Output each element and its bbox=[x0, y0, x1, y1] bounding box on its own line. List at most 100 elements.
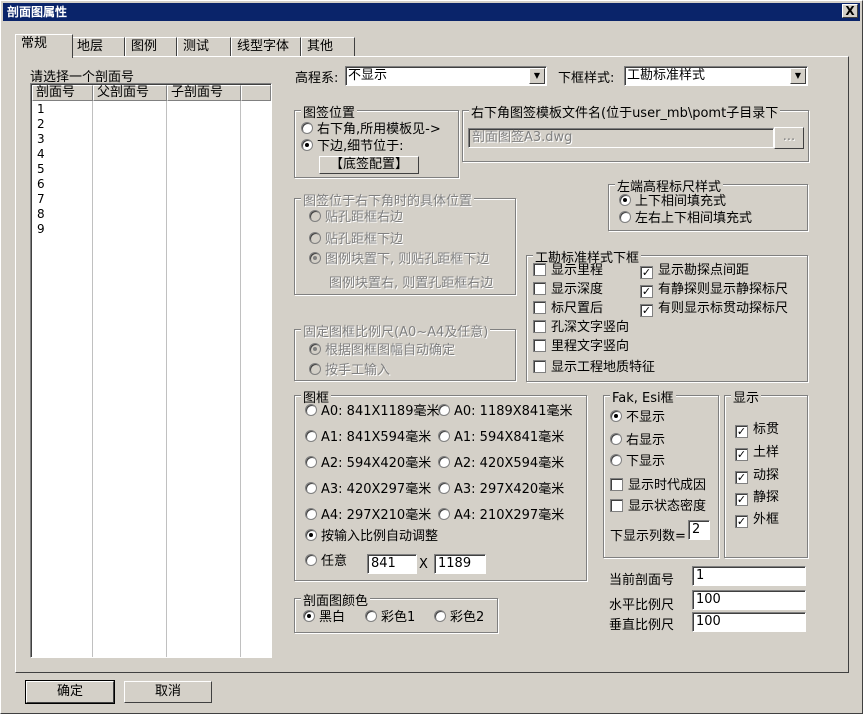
vertical-scale-input[interactable]: 100 bbox=[692, 612, 806, 632]
checkbox-show-mileage[interactable]: 显示里程 bbox=[533, 263, 603, 279]
list-item[interactable]: 9 bbox=[33, 222, 269, 237]
radio-right-edge[interactable]: 贴孔距框右边 bbox=[309, 210, 403, 226]
list-item[interactable]: 5 bbox=[33, 162, 269, 177]
checkbox-label: 显示勘探点间距 bbox=[658, 263, 750, 278]
template-file-input[interactable]: 剖面图签A3.dwg bbox=[468, 128, 774, 148]
list-item[interactable]: 1 bbox=[33, 102, 269, 117]
checkbox-cpt-ruler[interactable]: ✓ 有静探则显示静探标尺 bbox=[640, 282, 788, 298]
tab-other[interactable]: 其他 bbox=[301, 37, 355, 57]
radio-icon bbox=[619, 211, 631, 223]
tab-legend[interactable]: 图例 bbox=[125, 37, 177, 57]
current-section-label: 当前剖面号 bbox=[609, 573, 675, 588]
checkbox-depth-vertical[interactable]: 孔深文字竖向 bbox=[533, 320, 629, 336]
list-item[interactable]: 7 bbox=[33, 192, 269, 207]
radio-a2-landscape[interactable]: A2: 420X594毫米 bbox=[438, 456, 564, 472]
checkbox-label: 标尺置后 bbox=[551, 301, 604, 316]
frame-style-select[interactable]: 工勘标准样式 ▼ bbox=[624, 66, 808, 86]
list-item[interactable]: 3 bbox=[33, 132, 269, 147]
ruler-style-group: 左端高程标尺样式 上下相间填充式 左右上下相间填充式 bbox=[608, 176, 808, 231]
radio-label: 黑白 bbox=[319, 610, 346, 625]
radio-fak-hide[interactable]: 不显示 bbox=[610, 410, 665, 426]
custom-width-input[interactable]: 841 bbox=[367, 554, 417, 574]
radio-black-white[interactable]: 黑白 bbox=[303, 610, 345, 626]
column-header-parent[interactable]: 父剖面号 bbox=[93, 85, 167, 101]
custom-height-input[interactable]: 1189 bbox=[434, 554, 486, 574]
checkbox-label: 有则显示标贯动探标尺 bbox=[658, 301, 789, 316]
radio-bottom-edge[interactable]: 贴孔距框下边 bbox=[309, 232, 403, 248]
checkbox-icon: ✓ bbox=[735, 448, 748, 461]
times-label: X bbox=[419, 557, 428, 572]
radio-a3-landscape[interactable]: A3: 297X420毫米 bbox=[438, 482, 564, 498]
checkbox-mileage-vertical[interactable]: 里程文字竖向 bbox=[533, 339, 629, 355]
radio-custom-size[interactable]: 任意 bbox=[305, 554, 347, 570]
checkbox-cpt[interactable]: ✓ 静探 bbox=[735, 490, 779, 506]
browse-button[interactable]: ... bbox=[774, 127, 804, 149]
checkbox-show-era[interactable]: 显示时代成因 bbox=[610, 478, 706, 494]
radio-icon bbox=[301, 122, 313, 134]
checkbox-show-spacing[interactable]: ✓ 显示勘探点间距 bbox=[640, 263, 749, 279]
chevron-down-icon[interactable]: ▼ bbox=[790, 68, 806, 84]
radio-icon bbox=[305, 482, 317, 494]
tab-general[interactable]: 常规 bbox=[15, 34, 73, 58]
radio-fak-right[interactable]: 右显示 bbox=[610, 433, 665, 449]
radio-manual-scale[interactable]: 按手工输入 bbox=[309, 363, 390, 379]
frame-style-value: 工勘标准样式 bbox=[627, 68, 706, 83]
ok-button[interactable]: 确定 bbox=[25, 680, 115, 704]
section-list[interactable]: 剖面号 父剖面号 子剖面号 1 2 3 4 5 6 7 8 9 bbox=[30, 83, 272, 658]
radio-a4-landscape[interactable]: A4: 210X297毫米 bbox=[438, 508, 564, 524]
checkbox-spt[interactable]: ✓ 标贯 bbox=[735, 422, 779, 438]
radio-label: 图例块置下, 则贴孔距框下边 bbox=[325, 252, 490, 267]
radio-color1[interactable]: 彩色1 bbox=[365, 610, 415, 626]
radio-a0-landscape[interactable]: A0: 1189X841毫米 bbox=[438, 404, 572, 420]
checkbox-dpt[interactable]: ✓ 动探 bbox=[735, 468, 779, 484]
radio-auto-adjust[interactable]: 按输入比例自动调整 bbox=[305, 529, 438, 545]
radio-a4-portrait[interactable]: A4: 297X210毫米 bbox=[305, 508, 431, 524]
checkbox-show-density[interactable]: 显示状态密度 bbox=[610, 499, 706, 515]
checkbox-label: 里程文字竖向 bbox=[551, 339, 630, 354]
chevron-down-icon[interactable]: ▼ bbox=[529, 68, 545, 84]
current-section-input[interactable]: 1 bbox=[692, 566, 806, 586]
checkbox-soil-sample[interactable]: ✓ 土样 bbox=[735, 445, 779, 461]
column-header-section[interactable]: 剖面号 bbox=[32, 85, 93, 101]
radio-auto-scale[interactable]: 根据图框图幅自动确定 bbox=[309, 343, 455, 359]
tab-test[interactable]: 测试 bbox=[177, 37, 231, 57]
radio-a0-portrait[interactable]: A0: 841X1189毫米 bbox=[305, 404, 439, 420]
list-item[interactable]: 8 bbox=[33, 207, 269, 222]
columns-label: 下显示列数= bbox=[610, 529, 686, 544]
radio-bottom-right[interactable]: 右下角,所用模板见-> bbox=[301, 122, 441, 138]
bottom-sig-config-button[interactable]: 【底签配置】 bbox=[319, 156, 419, 174]
radio-color2[interactable]: 彩色2 bbox=[434, 610, 484, 626]
radio-icon bbox=[434, 610, 446, 622]
elevation-select[interactable]: 不显示 ▼ bbox=[345, 66, 547, 86]
horizontal-scale-input[interactable]: 100 bbox=[692, 590, 806, 610]
columns-input[interactable]: 2 bbox=[688, 520, 710, 540]
radio-legend-position[interactable]: 图例块置下, 则贴孔距框下边 bbox=[309, 252, 489, 268]
radio-a1-portrait[interactable]: A1: 841X594毫米 bbox=[305, 430, 431, 446]
checkbox-icon: ✓ bbox=[640, 304, 653, 317]
checkbox-spt-ruler[interactable]: ✓ 有则显示标贯动探标尺 bbox=[640, 301, 788, 317]
radio-ruler-both[interactable]: 左右上下相间填充式 bbox=[619, 211, 752, 227]
radio-label: 彩色2 bbox=[450, 610, 485, 625]
radio-a1-landscape[interactable]: A1: 594X841毫米 bbox=[438, 430, 564, 446]
cancel-button[interactable]: 取消 bbox=[124, 681, 212, 703]
radio-icon bbox=[309, 363, 321, 375]
list-item[interactable]: 2 bbox=[33, 117, 269, 132]
checkbox-geology-features[interactable]: 显示工程地质特征 bbox=[533, 360, 655, 376]
radio-bottom[interactable]: 下边,细节位于: bbox=[301, 139, 404, 155]
list-item[interactable]: 6 bbox=[33, 177, 269, 192]
close-button[interactable]: X bbox=[842, 4, 858, 18]
radio-icon bbox=[305, 529, 317, 541]
column-header-child[interactable]: 子剖面号 bbox=[167, 85, 241, 101]
group-title: 剖面图颜色 bbox=[301, 590, 371, 609]
tab-strata[interactable]: 地层 bbox=[71, 37, 125, 57]
radio-a2-portrait[interactable]: A2: 594X420毫米 bbox=[305, 456, 431, 472]
radio-a3-portrait[interactable]: A3: 420X297毫米 bbox=[305, 482, 431, 498]
tab-linetype-font[interactable]: 线型字体 bbox=[231, 37, 301, 57]
checkbox-outer-frame[interactable]: ✓ 外框 bbox=[735, 512, 779, 528]
list-item[interactable]: 4 bbox=[33, 147, 269, 162]
checkbox-show-depth[interactable]: 显示深度 bbox=[533, 282, 603, 298]
radio-label: 右显示 bbox=[626, 433, 666, 448]
checkbox-ruler-back[interactable]: 标尺置后 bbox=[533, 301, 603, 317]
radio-ruler-vertical[interactable]: 上下相间填充式 bbox=[619, 194, 726, 210]
radio-fak-bottom[interactable]: 下显示 bbox=[610, 454, 665, 470]
